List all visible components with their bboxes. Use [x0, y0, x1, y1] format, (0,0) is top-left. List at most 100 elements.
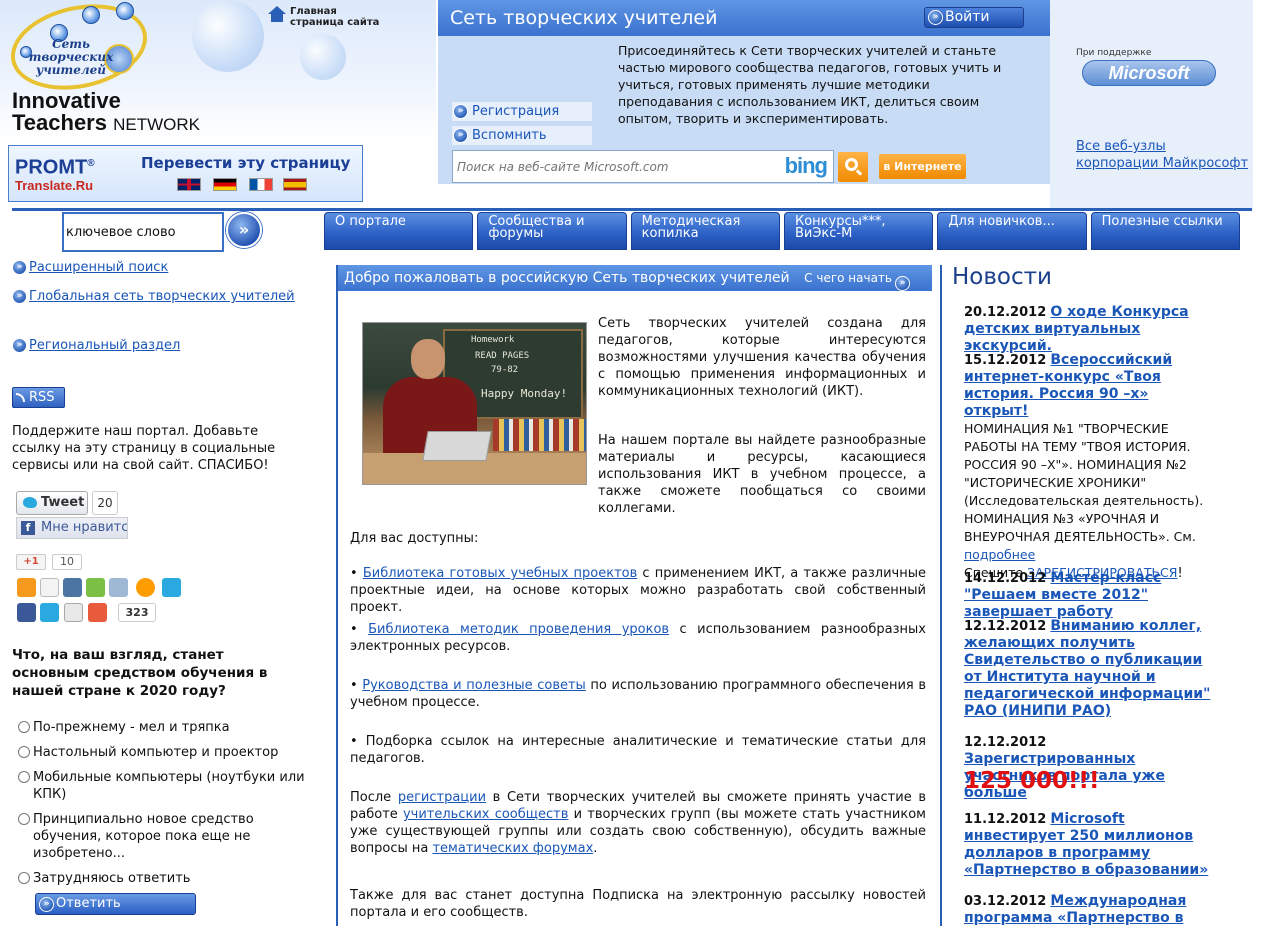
radio-button[interactable] [18, 872, 30, 884]
sidebar-link-label: Расширенный поиск [29, 260, 169, 275]
radio-button[interactable] [18, 771, 30, 783]
center-panel: Добро пожаловать в российскую Сеть творч… [336, 265, 942, 926]
news-item: 12.12.2012 Вниманию коллег, желающих пол… [964, 618, 1214, 720]
logo-star-icon [116, 2, 134, 20]
header-divider [12, 208, 1252, 211]
livejournal-icon[interactable] [40, 578, 59, 597]
sidebar-advanced-search-link[interactable]: » Расширенный поиск [12, 260, 168, 275]
teacher-communities-link[interactable]: учительских сообществ [403, 807, 568, 822]
google-plus-button[interactable]: +1 [16, 554, 46, 570]
radio-button[interactable] [18, 721, 30, 733]
keyword-search-button[interactable]: » [226, 212, 262, 248]
facebook-like-button[interactable]: f Мне нравится [16, 517, 128, 539]
news-date: 11.12.2012 [964, 812, 1047, 827]
news-date: 12.12.2012 [964, 619, 1047, 634]
board-text: Happy Monday! [481, 387, 568, 400]
moi-mir-icon[interactable] [86, 578, 105, 597]
flag-english-icon[interactable] [177, 178, 201, 191]
search-icon-handle [855, 169, 863, 176]
microsoft-all-sites-link[interactable]: Все веб-узлы корпорации Майкрософт [1076, 138, 1252, 172]
header: Сеть творческих учителей Innovative Teac… [0, 0, 1261, 211]
list-item: • Руководства и полезные советы по испол… [350, 678, 926, 710]
login-button[interactable]: » Войти [924, 7, 1024, 28]
available-label: Для вас доступны: [350, 531, 479, 546]
arrow-right-icon: » [895, 276, 910, 291]
poll-answer-button[interactable]: » Ответить [35, 893, 196, 915]
microsoft-area: При поддержке Microsoft Все веб-узлы кор… [1050, 0, 1253, 210]
bing-search-button[interactable] [838, 152, 868, 182]
search-web-button[interactable]: в Интернете [879, 154, 966, 179]
flag-spanish-icon[interactable] [283, 178, 307, 191]
nav-tab-about[interactable]: О портале [324, 212, 474, 250]
twitter-icon[interactable] [162, 578, 181, 597]
news-title: Новости [952, 264, 1052, 290]
rss-button[interactable]: RSS [12, 387, 65, 408]
odnoklassniki-icon[interactable] [17, 578, 36, 597]
bing-search-input[interactable] [457, 157, 767, 177]
logo-ru-line: учителей [36, 63, 106, 77]
home-link-line: страница сайта [290, 17, 380, 28]
liveinternet-icon[interactable] [136, 578, 155, 597]
poll-option[interactable]: По-прежнему - мел и тряпка [18, 719, 308, 736]
radio-button[interactable] [18, 813, 30, 825]
more-share-icon[interactable] [88, 603, 107, 622]
logo-en-network: NETWORK [113, 115, 200, 134]
home-link[interactable]: Главная страница сайта [268, 6, 379, 28]
twitter-share-icon[interactable] [40, 603, 59, 622]
poll-option[interactable]: Настольный компьютер и проектор [18, 744, 308, 761]
news-more-link[interactable]: подробнее [964, 547, 1035, 562]
answer-label: Ответить [56, 896, 121, 911]
microsoft-logo[interactable]: Microsoft [1082, 60, 1216, 86]
promt-subtitle: Translate.Ru [15, 178, 94, 193]
news-item: 03.12.2012 Международная программа «Парт… [964, 893, 1214, 926]
share-count: 323 [118, 603, 156, 622]
arrow-right-icon: » [12, 289, 27, 304]
bing-search-box: bing [452, 150, 834, 183]
board-text: Homework [471, 335, 515, 345]
start-label: С чего начать [804, 271, 892, 285]
rss-icon [16, 393, 25, 402]
facebook-share-icon[interactable] [17, 603, 36, 622]
nav-tab-links[interactable]: Полезные ссылки [1090, 212, 1240, 250]
nav-tab-methods[interactable]: Методическая копилка [630, 212, 780, 250]
news-date: 20.12.2012 [964, 305, 1047, 320]
list-item-text: Подборка ссылок на интересные аналитичес… [350, 734, 926, 766]
sidebar-regional-link[interactable]: » Региональный раздел [12, 338, 180, 353]
remember-password-link[interactable]: » Вспомнить пароль [452, 126, 592, 162]
tweet-button[interactable]: Tweet [16, 491, 88, 515]
board-text: READ PAGES [475, 351, 530, 361]
bookshelf [493, 419, 586, 451]
teacher-photo: Homework READ PAGES 79-82 Happy Monday! [362, 322, 587, 485]
lessons-library-link[interactable]: Библиотека методик проведения уроков [368, 622, 669, 637]
join-description: Присоединяйтесь к Сети творческих учител… [618, 43, 1002, 126]
news-item: 14.12.2012 Мастер-класс "Решаем вместе 2… [964, 570, 1214, 621]
vkontakte-icon[interactable] [63, 578, 82, 597]
nav-tab-contests[interactable]: Конкурсы***, ВиЭкс-М [783, 212, 934, 250]
flag-german-icon[interactable] [213, 178, 237, 191]
login-label: Войти [945, 9, 990, 25]
poll-option[interactable]: Принципиально новое средство обучения, к… [18, 811, 308, 862]
flag-french-icon[interactable] [249, 178, 273, 191]
sidebar-global-network-link[interactable]: » Глобальная сеть творческих учителей [12, 289, 295, 304]
keyword-search-input[interactable] [62, 212, 224, 252]
registration-link[interactable]: регистрации [398, 790, 486, 805]
email-icon[interactable] [64, 603, 83, 622]
settings-share-icon[interactable] [109, 578, 128, 597]
nav-tab-newcomers[interactable]: Для новичков... [937, 212, 1087, 250]
logo-en-teachers: Teachers [12, 110, 107, 135]
google-plus-count: 10 [52, 554, 82, 570]
start-link[interactable]: С чего начать» [804, 265, 910, 291]
poll-option[interactable]: Мобильные компьютеры (ноутбуки или КПК) [18, 769, 308, 803]
logo-text-en: Innovative [12, 88, 121, 113]
logo-text-en: Teachers NETWORK [12, 112, 200, 136]
translate-page-link[interactable]: Перевести эту страницу [141, 154, 350, 172]
radio-button[interactable] [18, 746, 30, 758]
after-registration-paragraph: После регистрации в Сети творческих учит… [350, 789, 926, 857]
register-link[interactable]: » Регистрация [452, 102, 592, 121]
guides-link[interactable]: Руководства и полезные советы [362, 678, 586, 693]
projects-library-link[interactable]: Библиотека готовых учебных проектов [363, 566, 637, 581]
thematic-forums-link[interactable]: тематических форумах [432, 841, 593, 856]
promt-logo[interactable]: PROMT® [15, 154, 95, 178]
nav-tab-communities[interactable]: Сообщества и форумы [477, 212, 627, 250]
poll-option[interactable]: Затрудняюсь ответить [18, 870, 308, 887]
